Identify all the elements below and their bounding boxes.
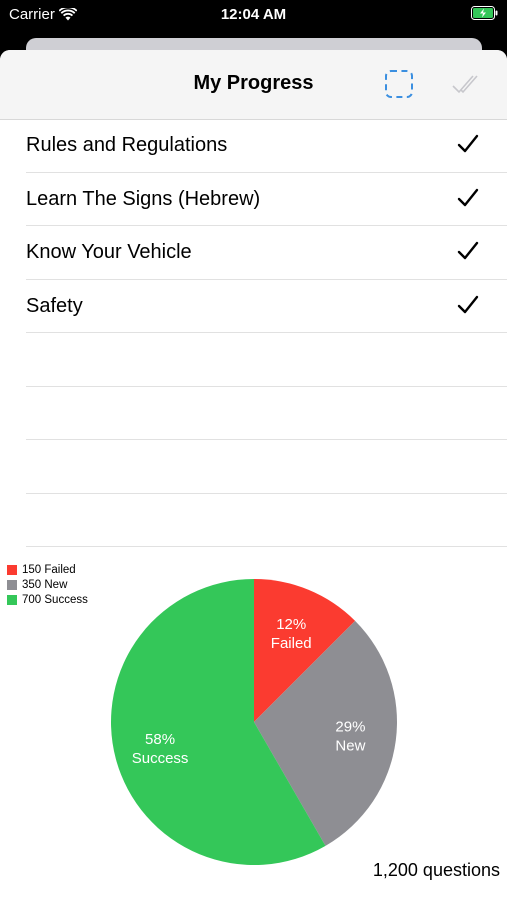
- list-item-label: Learn The Signs (Hebrew): [26, 187, 261, 210]
- row-separator: [26, 546, 507, 547]
- list-item[interactable]: Safety: [0, 280, 507, 333]
- select-all-button[interactable]: [385, 70, 413, 98]
- status-time: 12:04 AM: [220, 6, 287, 23]
- pie-percent-label: 12%: [276, 616, 306, 633]
- checkmark-icon: [457, 188, 479, 206]
- category-list: Rules and Regulations Learn The Signs (He…: [0, 119, 507, 547]
- list-item[interactable]: Rules and Regulations: [0, 119, 507, 173]
- empty-list-row: [0, 440, 507, 494]
- pie-percent-label: 58%: [145, 731, 175, 748]
- list-item-label: Safety: [26, 294, 83, 317]
- progress-pie-chart: 12% Failed 29% New 58% Success: [110, 579, 397, 865]
- pie-slice-name-label: Failed: [271, 635, 312, 652]
- empty-list-row: [0, 494, 507, 547]
- page-title: My Progress: [193, 72, 314, 94]
- total-questions: 1,200 questions: [372, 860, 500, 880]
- list-item[interactable]: Learn The Signs (Hebrew): [0, 173, 507, 226]
- checkmark-icon: [457, 241, 479, 260]
- list-item-label: Rules and Regulations: [26, 134, 228, 156]
- checkmark-icon: [457, 134, 479, 153]
- double-check-icon[interactable]: [450, 70, 484, 98]
- pie-slice-name-label: New: [335, 738, 365, 755]
- empty-list-row: [0, 333, 507, 387]
- list-item-label: Know Your Vehicle: [26, 241, 192, 263]
- progress-sheet: My Progress Rules and Regulations Learn T…: [0, 50, 507, 900]
- empty-list-row: [0, 387, 507, 440]
- checkmark-icon: [457, 295, 479, 313]
- navigation-bar: My Progress: [0, 50, 507, 120]
- list-item[interactable]: Know Your Vehicle: [0, 226, 507, 280]
- status-bar: Carrier 12:04 AM: [0, 0, 507, 30]
- battery-charging-icon: [471, 6, 498, 20]
- pie-slice-name-label: Success: [132, 750, 189, 767]
- pie-percent-label: 29%: [335, 719, 365, 736]
